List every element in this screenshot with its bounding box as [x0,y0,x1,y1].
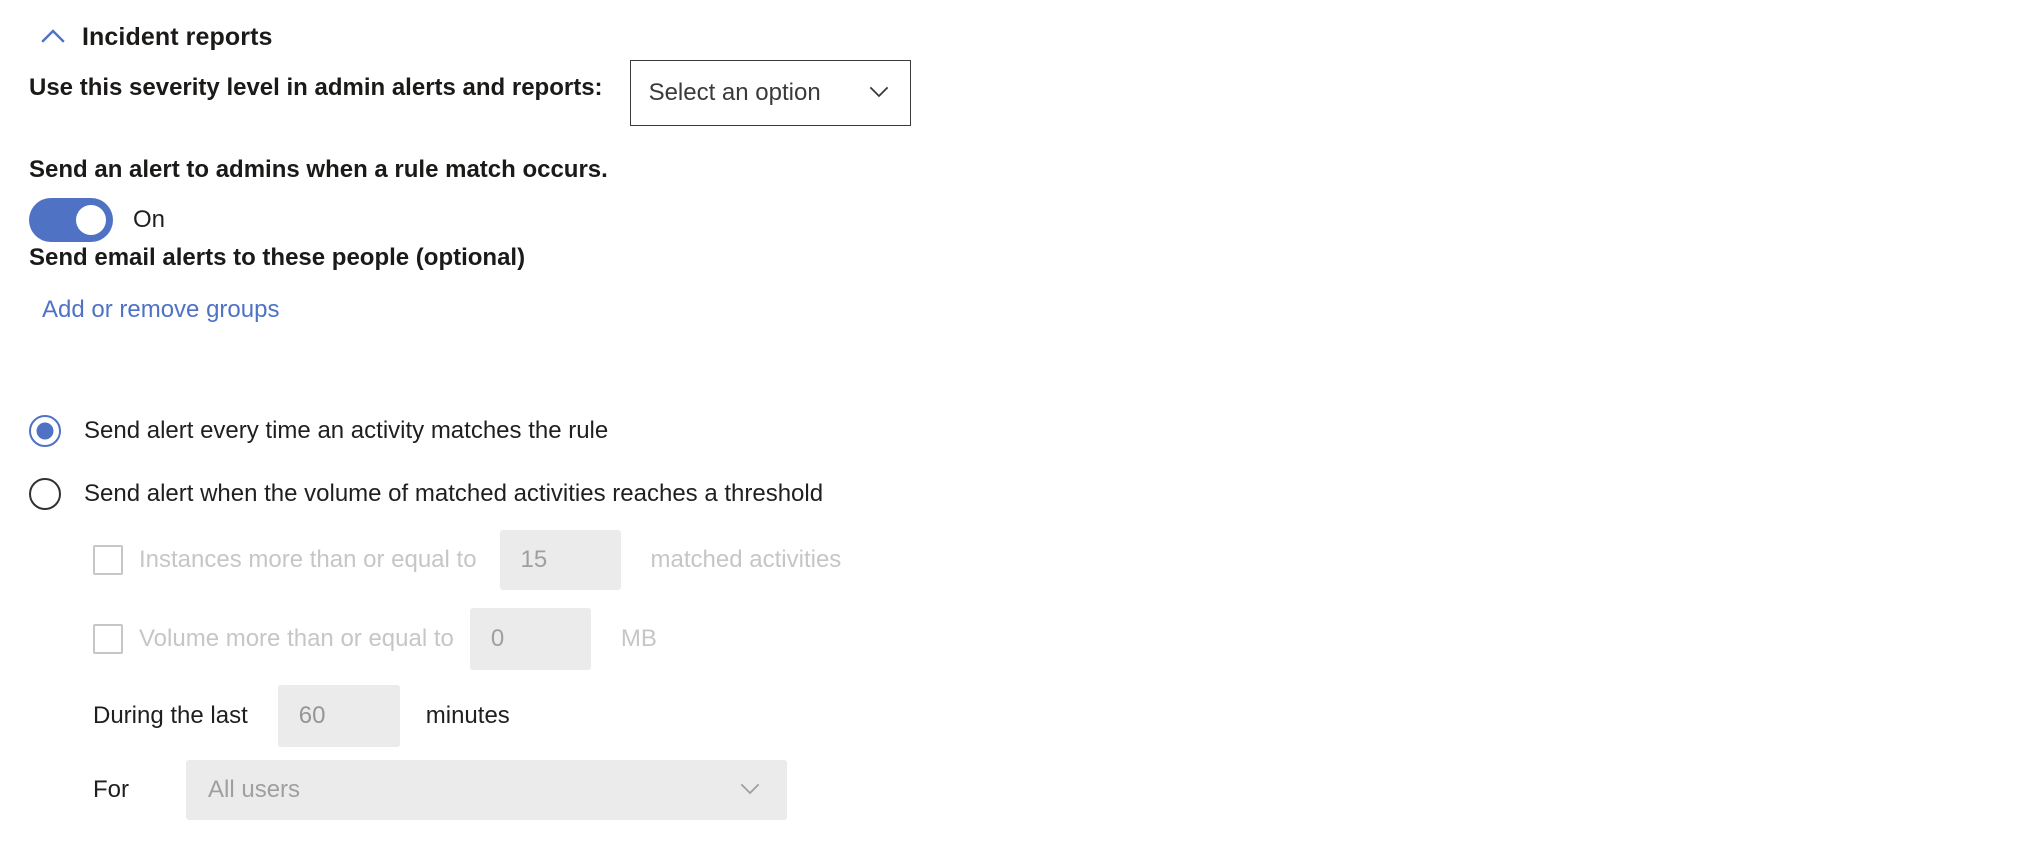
during-last-label: During the last [93,702,248,729]
instances-unit-label: matched activities [650,546,842,573]
toggle-knob [76,205,106,235]
severity-level-dropdown[interactable]: Select an option [629,60,911,126]
severity-level-value: Select an option [648,79,821,106]
page-title: Incident reports [82,22,273,51]
volume-value-input[interactable]: 0 [469,608,591,670]
for-users-value: All users [208,776,301,803]
instances-checkbox[interactable] [93,545,123,575]
radio-indicator-selected[interactable] [29,415,61,447]
radio-label-threshold: Send alert when the volume of matched ac… [84,480,824,507]
admin-alert-toggle-state: On [133,206,166,233]
during-last-unit-label: minutes [425,702,510,729]
severity-level-row: Use this severity level in admin alerts … [29,60,911,126]
threshold-during-row: During the last 60 minutes [93,685,510,747]
threshold-for-row: For All users [93,760,787,820]
chevron-down-icon [858,78,892,109]
admin-alert-toggle[interactable] [29,198,113,242]
for-users-dropdown[interactable]: All users [186,760,787,820]
admin-alert-description: Send an alert to admins when a rule matc… [29,156,608,183]
add-or-remove-groups-link[interactable]: Add or remove groups [42,296,279,324]
chevron-up-icon[interactable] [38,22,68,52]
chevron-down-icon [737,775,763,806]
threshold-instances-row: Instances more than or equal to 15 match… [93,530,841,590]
instances-label: Instances more than or equal to [139,546,477,573]
volume-label: Volume more than or equal to [139,625,454,652]
radio-option-every-time[interactable]: Send alert every time an activity matche… [29,415,608,447]
email-alerts-label: Send email alerts to these people (optio… [29,244,526,271]
instances-value-input[interactable]: 15 [499,530,621,590]
incident-reports-panel: Incident reports Use this severity level… [0,0,2032,843]
during-last-input[interactable]: 60 [277,685,400,747]
radio-option-threshold[interactable]: Send alert when the volume of matched ac… [29,478,823,510]
volume-unit-label: MB [620,625,657,652]
radio-label-every-time: Send alert every time an activity matche… [84,417,609,444]
volume-checkbox[interactable] [93,624,123,654]
admin-alert-toggle-row: On [29,198,165,242]
severity-level-label: Use this severity level in admin alerts … [29,74,603,101]
radio-indicator-unselected[interactable] [29,478,61,510]
section-header[interactable]: Incident reports [38,22,273,52]
threshold-volume-row: Volume more than or equal to 0 MB [93,608,657,670]
for-label: For [93,776,129,803]
